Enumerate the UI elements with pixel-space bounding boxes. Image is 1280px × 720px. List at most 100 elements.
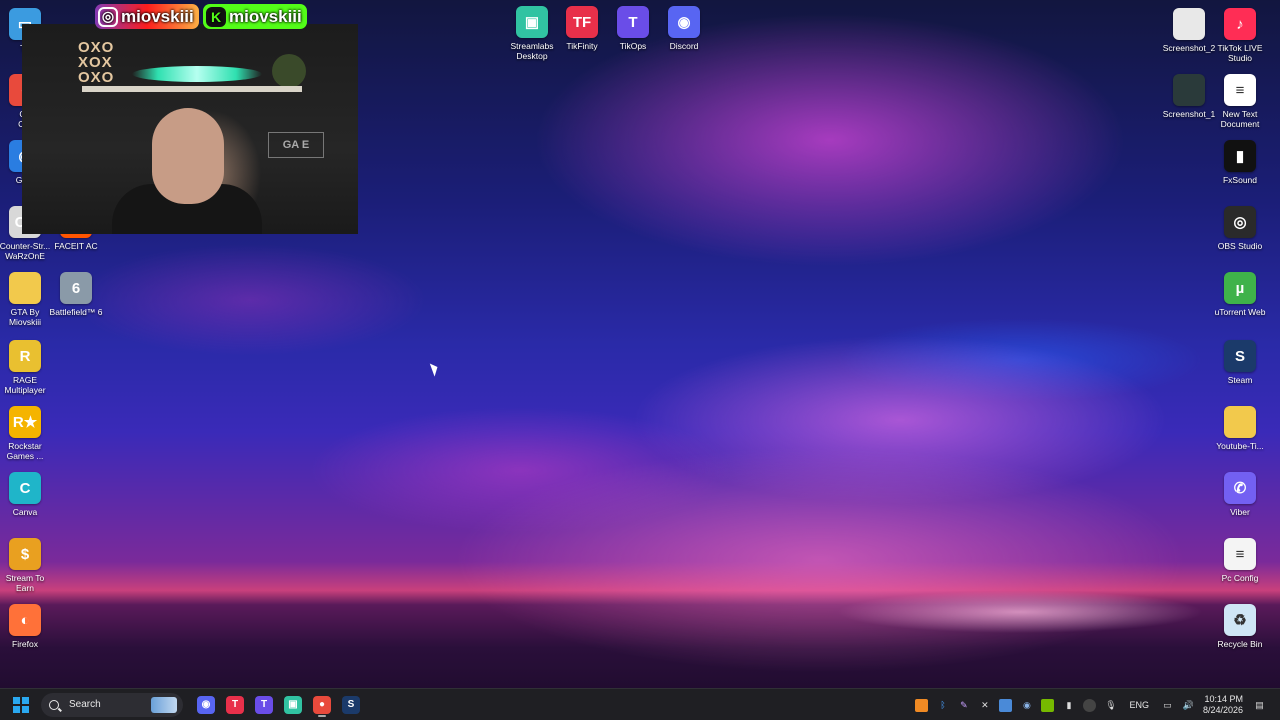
start-button[interactable] <box>8 692 34 718</box>
plant <box>272 54 306 88</box>
tray-app-icon[interactable]: ✕ <box>978 699 991 712</box>
shortcut-label: FACEIT AC <box>54 241 98 251</box>
desktop-shortcut[interactable]: ◐ Firefox <box>0 604 55 649</box>
search-highlight-icon <box>151 696 177 713</box>
mouse-cursor <box>429 361 441 377</box>
kick-icon: K <box>206 6 226 27</box>
language-indicator[interactable]: ENG <box>1129 700 1149 710</box>
webcam-overlay: OXO XOX OXO GA E <box>22 24 358 234</box>
desktop-shortcut[interactable]: ✆ Viber <box>1210 472 1270 517</box>
desktop-shortcut[interactable]: R RAGE Multiplayer <box>0 340 55 395</box>
steam-icon: S <box>1224 340 1256 372</box>
tikfinity-icon: T <box>226 695 244 714</box>
tray-app-icon[interactable] <box>999 698 1013 712</box>
desktop-shortcut[interactable]: µ uTorrent Web <box>1210 272 1270 317</box>
desktop-shortcut[interactable]: ≡ Pc Config <box>1210 538 1270 583</box>
discord-icon: ◉ <box>668 6 700 38</box>
microphone-icon[interactable]: 🎙 <box>1104 699 1117 712</box>
chrome-icon: ● <box>313 695 331 714</box>
taskbar-pinned-app[interactable]: ◉ <box>193 692 219 718</box>
desktop-shortcut[interactable]: C Canva <box>0 472 55 517</box>
taskbar-pinned-app[interactable]: T <box>222 692 248 718</box>
obs-icon[interactable] <box>1083 698 1097 712</box>
shortcut-label: TikOps <box>619 41 647 51</box>
desktop-shortcut[interactable]: 6 Battlefield™ 6 <box>46 272 106 317</box>
desktop: ▭Th●Go Chr◉GamCSCounter-Str... WaRzOnEFF… <box>0 0 1280 688</box>
shortcut-label: TikFinity <box>566 41 598 51</box>
streamlabs-icon: ▣ <box>516 6 548 38</box>
nvidia-icon[interactable] <box>1041 698 1055 712</box>
desktop-shortcut[interactable]: Youtube-Ti... <box>1210 406 1270 451</box>
clock[interactable]: 10:14 PM 8/24/2026 <box>1203 694 1243 716</box>
oxo-sign: OXO XOX OXO <box>78 39 115 86</box>
notifications-icon[interactable]: ▤ <box>1253 699 1266 712</box>
pen-icon[interactable]: ✎ <box>957 699 970 712</box>
tikops-icon: T <box>617 6 649 38</box>
tray-app-icon[interactable] <box>915 698 929 712</box>
image-file-icon <box>1173 8 1205 40</box>
taskbar: Search ◉ T T ▣ ● S ᛒ ✎ ✕ ◉ ▮ 🎙 ENG ▭ 🔊 10:14 … <box>0 688 1280 720</box>
desktop-shortcut[interactable]: ♪ TikTok LIVE Studio <box>1210 8 1270 63</box>
bluetooth-icon[interactable]: ᛒ <box>936 699 949 712</box>
shortcut-label: Firefox <box>12 639 38 649</box>
taskbar-pinned-app[interactable]: S <box>338 692 364 718</box>
shortcut-label: Steam <box>1227 375 1253 385</box>
text-file-icon: ≡ <box>1224 538 1256 570</box>
search-input[interactable]: Search <box>41 692 183 717</box>
shortcut-label: Screenshot_2 <box>1162 43 1216 53</box>
desktop-shortcut[interactable]: $ Stream To Earn <box>0 538 55 593</box>
network-icon[interactable]: ▭ <box>1161 699 1174 712</box>
fxsound-icon: ▮ <box>1224 140 1256 172</box>
stream-to-earn-icon: $ <box>9 538 41 570</box>
steam-icon[interactable]: ◉ <box>1020 699 1033 712</box>
shortcut-label: Canva <box>12 507 38 517</box>
taskbar-pinned-app[interactable]: T <box>251 692 277 718</box>
tiktok-live-icon: ♪ <box>1224 8 1256 40</box>
desktop-shortcut[interactable]: ▮ FxSound <box>1210 140 1270 185</box>
shortcut-label: New Text Document <box>1220 109 1260 129</box>
shortcut-label: Discord <box>669 41 699 51</box>
shortcut-label: FxSound <box>1222 175 1258 185</box>
tikfinity-icon: TF <box>566 6 598 38</box>
viber-icon: ✆ <box>1224 472 1256 504</box>
shortcut-label: RAGE Multiplayer <box>4 375 46 395</box>
taskbar-pinned-app[interactable]: ● <box>309 692 335 718</box>
folder-icon <box>9 272 41 304</box>
fxsound-icon[interactable]: ▮ <box>1062 699 1075 712</box>
instagram-overlay: ◎ miovskiii <box>95 4 199 29</box>
taskbar-pinned-app[interactable]: ▣ <box>280 692 306 718</box>
neon-eyes-sign <box>132 66 262 82</box>
shortcut-label: Stream To Earn <box>5 573 45 593</box>
system-tray: ᛒ ✎ ✕ ◉ ▮ 🎙 ENG ▭ 🔊 10:14 PM 8/24/2026 ▤ <box>911 689 1270 720</box>
shortcut-label: OBS Studio <box>1217 241 1263 251</box>
desktop-shortcut[interactable]: ♻ Recycle Bin <box>1210 604 1270 649</box>
rage-mp-icon: R <box>9 340 41 372</box>
instagram-handle: miovskiii <box>121 6 194 26</box>
shelf <box>82 86 302 92</box>
desktop-shortcut[interactable]: ≡ New Text Document <box>1210 74 1270 129</box>
firefox-icon: ◐ <box>9 604 41 636</box>
streamer-head <box>152 108 224 204</box>
instagram-icon: ◎ <box>98 6 118 27</box>
kick-overlay: K miovskiii <box>203 4 307 29</box>
shortcut-label: GTA By Miovskiii <box>8 307 42 327</box>
desktop-shortcut[interactable]: ◉ Discord <box>654 6 714 51</box>
shortcut-label: Rockstar Games ... <box>6 441 44 461</box>
battlefield-icon: 6 <box>60 272 92 304</box>
shortcut-label: TikTok LIVE Studio <box>1217 43 1263 63</box>
volume-icon[interactable]: 🔊 <box>1182 699 1195 712</box>
image-file-icon <box>1173 74 1205 106</box>
shortcut-label: Viber <box>1230 507 1250 517</box>
steam-icon: S <box>342 695 360 714</box>
search-label: Search <box>69 699 101 710</box>
kick-handle: miovskiii <box>229 6 302 26</box>
tikops-icon: T <box>255 695 273 714</box>
recycle-bin-icon: ♻ <box>1224 604 1256 636</box>
search-icon <box>49 699 59 710</box>
windows-icon <box>13 696 29 713</box>
desktop-shortcut[interactable]: S Steam <box>1210 340 1270 385</box>
shortcut-label: Counter-Str... WaRzOnE <box>0 241 51 261</box>
desktop-shortcut[interactable]: ◎ OBS Studio <box>1210 206 1270 251</box>
desktop-shortcut[interactable]: R★ Rockstar Games ... <box>0 406 55 461</box>
shortcut-label: Pc Config <box>1221 573 1259 583</box>
